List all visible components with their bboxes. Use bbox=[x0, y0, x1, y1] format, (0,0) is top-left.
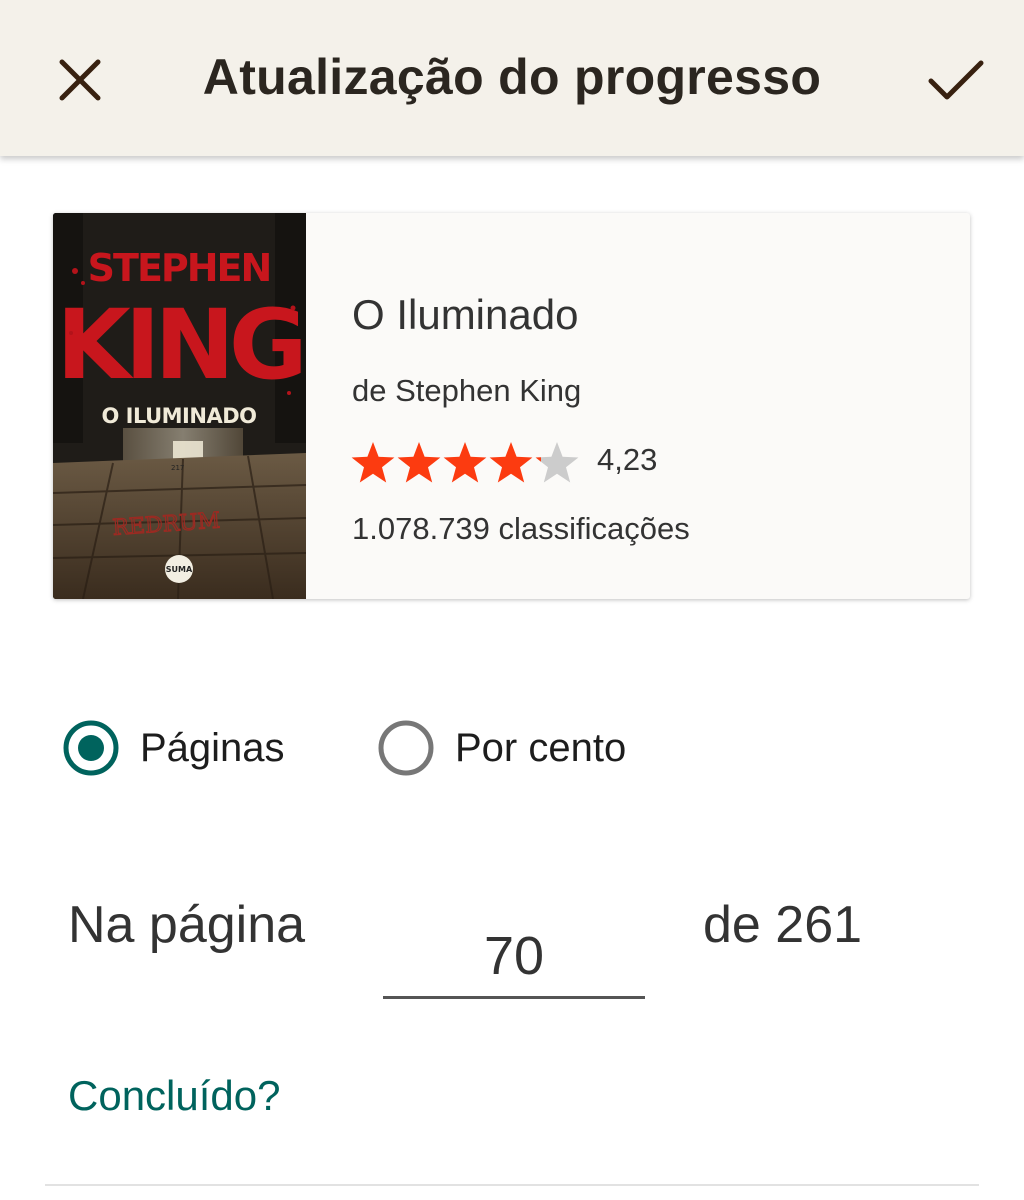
star-rating-icons bbox=[351, 442, 579, 483]
cover-author-line1: STEPHEN bbox=[88, 246, 271, 290]
book-cover-image: 217 STEPHEN KING O ILUMINADO REDRUM SUMA bbox=[53, 213, 306, 599]
page-number-input[interactable] bbox=[383, 920, 645, 992]
star-icon bbox=[351, 442, 395, 483]
radio-option-percent[interactable]: Por cento bbox=[377, 718, 626, 778]
cover-door-number: 217 bbox=[171, 464, 184, 472]
ratings-count: 1.078.739 classificações bbox=[352, 511, 690, 546]
book-card[interactable]: 217 STEPHEN KING O ILUMINADO REDRUM SUMA… bbox=[53, 213, 970, 599]
page-prefix-label: Na página bbox=[68, 896, 306, 954]
star-icon-empty bbox=[535, 442, 579, 483]
checkmark-icon bbox=[928, 60, 984, 100]
star-icon bbox=[397, 442, 441, 483]
page-title: Atualização do progresso bbox=[202, 49, 822, 105]
radio-option-pages[interactable]: Páginas bbox=[62, 718, 285, 778]
radio-selected-icon[interactable] bbox=[62, 719, 120, 777]
book-author[interactable]: de Stephen King bbox=[352, 373, 581, 409]
book-cover-art: 217 STEPHEN KING O ILUMINADO REDRUM SUMA bbox=[53, 213, 306, 599]
close-button[interactable] bbox=[46, 46, 114, 114]
confirm-button[interactable] bbox=[920, 46, 992, 114]
page-number-field[interactable] bbox=[383, 920, 645, 999]
radio-label-percent: Por cento bbox=[455, 725, 627, 770]
divider bbox=[45, 1184, 979, 1186]
cover-author-line2: KING bbox=[56, 289, 301, 401]
radio-unselected-icon[interactable] bbox=[377, 719, 435, 777]
page-total-label: de 261 bbox=[703, 896, 863, 954]
average-rating: 4,23 bbox=[597, 442, 658, 477]
star-icon bbox=[443, 442, 487, 483]
book-title[interactable]: O Iluminado bbox=[352, 291, 578, 339]
radio-label-pages: Páginas bbox=[140, 725, 285, 770]
close-icon bbox=[59, 59, 101, 101]
finished-link[interactable]: Concluído? bbox=[68, 1072, 280, 1120]
top-app-bar: Atualização do progresso bbox=[0, 0, 1024, 156]
star-icon bbox=[489, 442, 533, 483]
rating-stars bbox=[350, 439, 580, 487]
cover-title: O ILUMINADO bbox=[102, 404, 257, 428]
cover-publisher: SUMA bbox=[166, 565, 193, 574]
